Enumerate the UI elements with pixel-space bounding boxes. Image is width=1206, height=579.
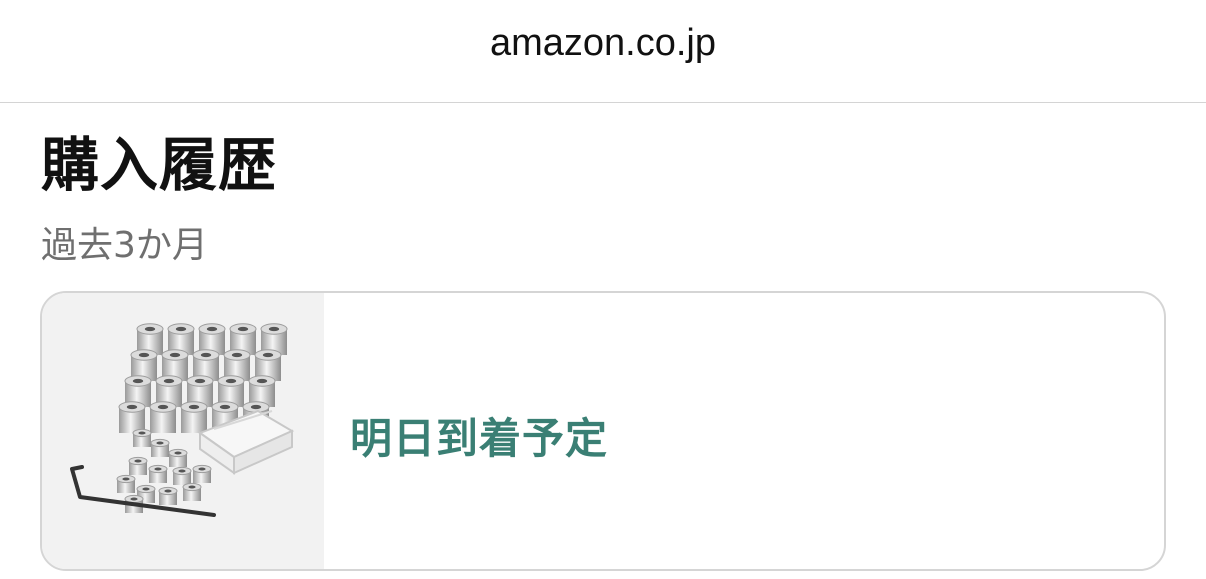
order-card[interactable]: 明日到着予定 [40, 291, 1166, 571]
url-text[interactable]: amazon.co.jp [490, 22, 716, 65]
spacer-ring [128, 456, 148, 475]
product-thumbnail[interactable] [42, 293, 324, 569]
period-filter[interactable]: 過去3か月 [41, 216, 208, 268]
spacer-ring [150, 438, 170, 457]
spacer-ring [192, 464, 212, 483]
browser-address-bar[interactable]: amazon.co.jp [0, 0, 1206, 103]
spacer-ring [116, 474, 136, 493]
delivery-status[interactable]: 明日到着予定 [350, 405, 608, 466]
spacer-ring [148, 464, 168, 483]
metal-spacers-product-icon [70, 323, 295, 517]
spacer-ring [132, 428, 152, 447]
page-title: 購入履歴 [41, 131, 278, 199]
spacer-ring [182, 482, 202, 501]
spacer-ring [172, 466, 192, 485]
spacer-ring [149, 401, 177, 433]
spacer-ring [158, 486, 178, 505]
spacer-ring [118, 401, 146, 433]
spacer-ring [168, 448, 188, 467]
spacer-ring [180, 401, 208, 433]
